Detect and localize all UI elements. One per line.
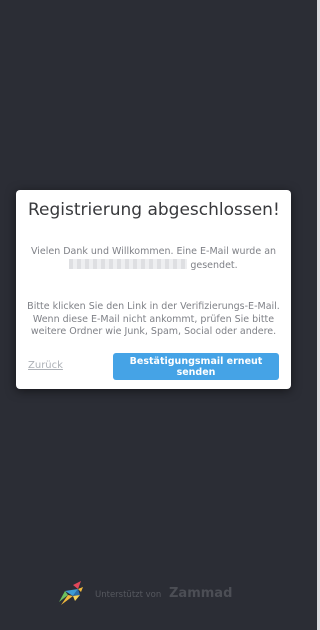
verification-instructions: Bitte klicken Sie den Link in der Verifi… — [27, 301, 280, 337]
brand-name: Zammad — [169, 586, 233, 601]
dialog-title: Registrierung abgeschlossen! — [28, 200, 280, 220]
welcome-message-suffix: gesendet. — [190, 259, 238, 271]
powered-by-footer: Unterstützt von Zammad — [59, 581, 259, 607]
registration-complete-dialog: Registrierung abgeschlossen! Vielen Dank… — [16, 190, 291, 389]
resend-confirmation-button[interactable]: Bestätigungsmail erneut senden — [113, 353, 279, 380]
redacted-email — [69, 258, 188, 269]
back-link[interactable]: Zurück — [28, 360, 63, 371]
welcome-message-text: Vielen Dank und Willkommen. Eine E-Mail … — [30, 246, 277, 257]
welcome-message: Vielen Dank und Willkommen. Eine E-Mail … — [26, 246, 281, 272]
powered-by-text: Unterstützt von — [95, 590, 162, 600]
zammad-bird-icon — [59, 581, 83, 605]
